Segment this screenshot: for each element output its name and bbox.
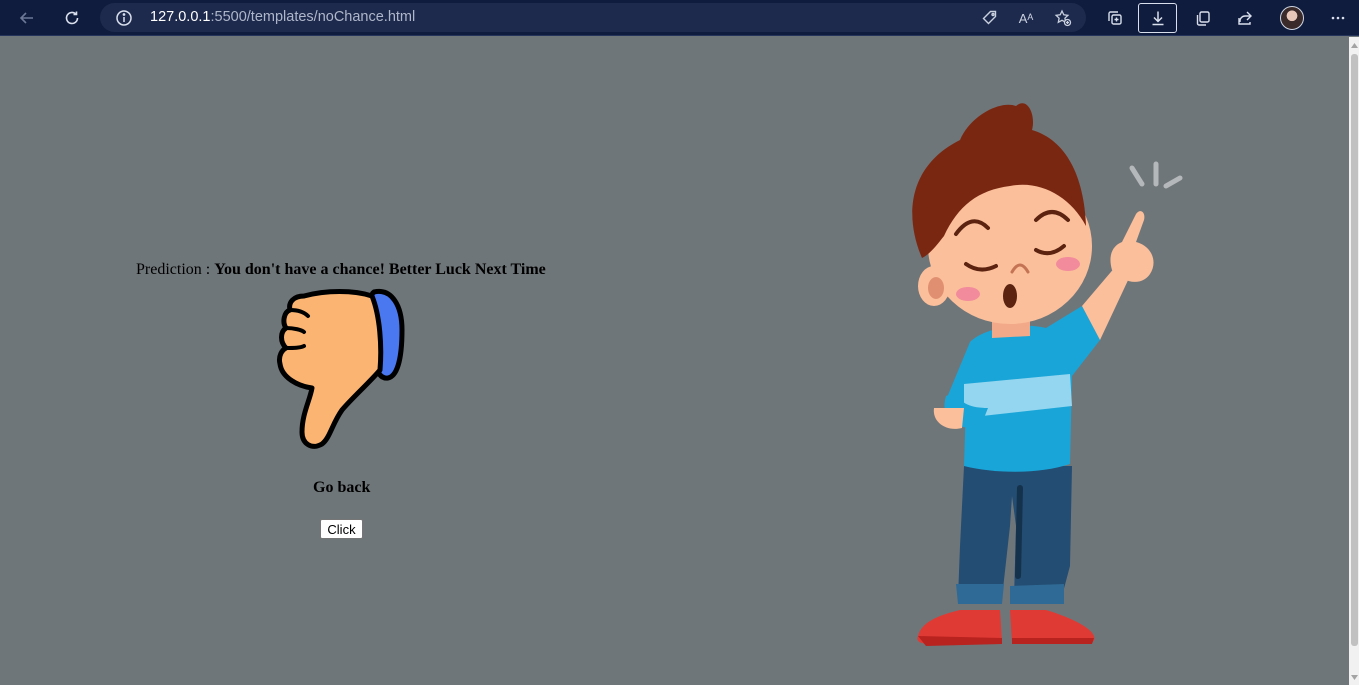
browser-toolbar: 127.0.0.1:5500/templates/noChance.html A… bbox=[0, 0, 1359, 36]
collections-icon bbox=[1108, 11, 1122, 25]
share-button[interactable] bbox=[1228, 3, 1262, 33]
settings-more-button[interactable] bbox=[1321, 3, 1355, 33]
read-aloud-button[interactable]: Aᴬ bbox=[1015, 7, 1037, 29]
prediction-result: You don't have a chance! Better Luck Nex… bbox=[214, 261, 546, 278]
prediction-label: Prediction : bbox=[136, 261, 215, 278]
collections-button[interactable] bbox=[1098, 3, 1132, 33]
thumbs-down-image bbox=[277, 289, 405, 449]
more-horizontal-icon bbox=[1331, 16, 1345, 20]
arrow-left-icon bbox=[19, 12, 33, 24]
url-text[interactable]: 127.0.0.1:5500/templates/noChance.html bbox=[150, 9, 415, 25]
download-icon bbox=[1152, 11, 1163, 26]
back-button[interactable] bbox=[10, 3, 44, 33]
prediction-text: Prediction : You don't have a chance! Be… bbox=[136, 261, 546, 279]
caret-down-icon bbox=[1351, 674, 1358, 680]
tag-icon bbox=[982, 10, 997, 25]
reload-button[interactable] bbox=[55, 3, 89, 33]
scroll-up-arrow[interactable] bbox=[1350, 40, 1359, 50]
coupon-tag-button[interactable] bbox=[979, 7, 1001, 29]
caret-up-icon bbox=[1351, 42, 1358, 48]
thinking-boy-illustration bbox=[912, 103, 1183, 646]
screenshot-button[interactable] bbox=[1186, 3, 1220, 33]
scrollbar-thumb[interactable] bbox=[1351, 54, 1358, 646]
click-button[interactable]: Click bbox=[320, 519, 363, 539]
address-bar[interactable]: 127.0.0.1:5500/templates/noChance.html A… bbox=[100, 3, 1086, 32]
share-icon bbox=[1238, 11, 1252, 25]
profile-avatar[interactable] bbox=[1280, 6, 1304, 30]
downloads-button[interactable] bbox=[1138, 3, 1177, 33]
reload-icon bbox=[65, 11, 79, 25]
copy-icon bbox=[1196, 11, 1210, 26]
url-path: :5500/templates/noChance.html bbox=[210, 9, 416, 25]
info-icon[interactable] bbox=[115, 9, 133, 27]
scroll-down-arrow[interactable] bbox=[1350, 672, 1359, 682]
add-favorite-button[interactable] bbox=[1052, 7, 1074, 29]
star-add-icon bbox=[1054, 9, 1072, 27]
go-back-heading: Go back bbox=[313, 479, 371, 496]
read-aloud-label: Aᴬ bbox=[1018, 10, 1034, 26]
url-host: 127.0.0.1 bbox=[150, 9, 211, 25]
